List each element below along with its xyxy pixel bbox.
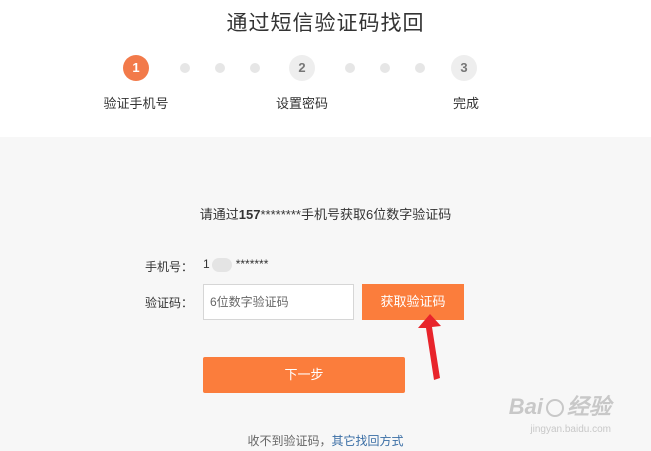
other-recovery-link[interactable]: 其它找回方式 <box>332 434 404 448</box>
step-dot <box>215 63 225 73</box>
instruction-text: 请通过157********手机号获取6位数字验证码 <box>0 204 651 223</box>
page-title: 通过短信验证码找回 <box>226 12 425 35</box>
step-dot <box>180 63 190 73</box>
step-dot <box>250 63 260 73</box>
step-3-indicator: 3 <box>451 55 477 81</box>
footer-text: 收不到验证码， <box>247 434 332 448</box>
watermark-brand-suffix: 经验 <box>566 394 611 419</box>
phone-blur <box>211 257 232 272</box>
step-dot <box>380 63 390 73</box>
red-arrow-annotation <box>418 314 441 380</box>
progress-steps: 1 2 3 验证手机号 设置密码 完成 <box>0 55 651 115</box>
phone-masked: ******* <box>235 257 269 271</box>
baidu-watermark: Bai 经验 <box>509 389 611 421</box>
prompt-prefix: 请通过 <box>199 207 239 222</box>
step-3-label: 完成 <box>452 96 480 111</box>
step-1-indicator: 1 <box>123 55 149 81</box>
code-label: 验证码： <box>144 296 193 310</box>
prompt-phone: 157 <box>238 207 261 222</box>
phone-value: 1 ******* <box>203 257 268 272</box>
step-2-label: 设置密码 <box>275 96 329 111</box>
prompt-suffix: ********手机号获取6位数字验证码 <box>260 207 452 222</box>
watermark-brand: Bai <box>508 394 543 419</box>
phone-label: 手机号： <box>144 260 193 274</box>
step-dot <box>415 63 425 73</box>
paw-icon <box>545 399 564 418</box>
verification-code-input[interactable] <box>203 284 354 320</box>
phone-prefix: 1 <box>203 257 210 271</box>
step-2-indicator: 2 <box>289 55 315 81</box>
watermark-url: jingyan.baidu.com <box>530 424 611 435</box>
step-1-label: 验证手机号 <box>103 96 169 111</box>
step-dot <box>345 63 355 73</box>
next-step-button[interactable]: 下一步 <box>203 357 405 393</box>
